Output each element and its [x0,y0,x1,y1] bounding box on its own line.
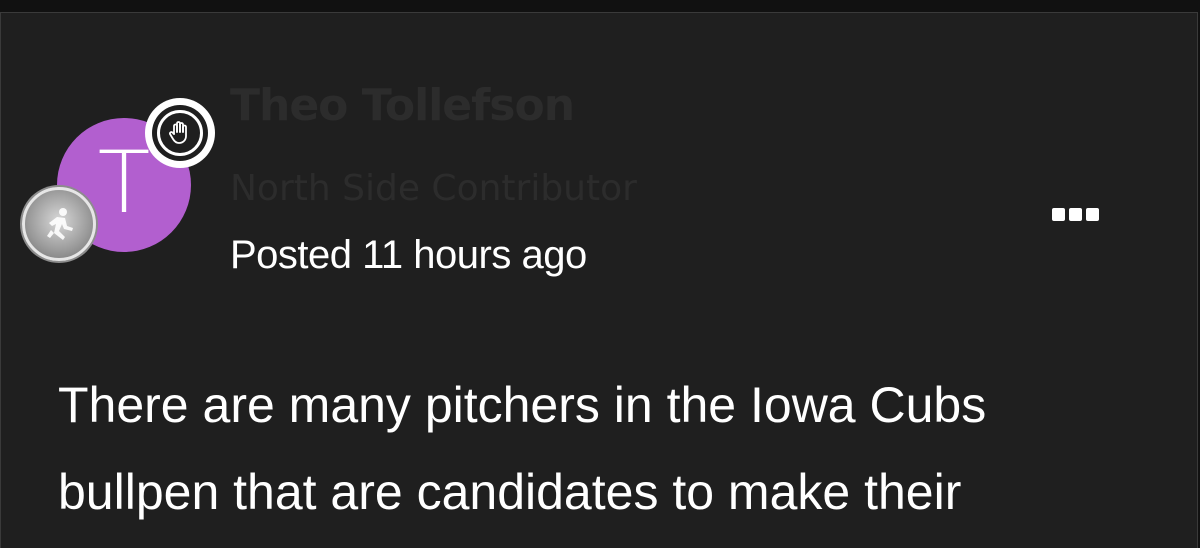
author-title: North Side Contributor [230,168,637,209]
top-bar [0,0,1200,12]
post-body-line: bullpen that are candidates to make thei… [58,464,962,520]
author-name[interactable]: Theo Tollefson [230,80,575,131]
runner-medal-icon [47,208,73,240]
moderator-badge [145,98,215,168]
ellipsis-icon [1051,207,1065,221]
hand-icon [169,121,187,144]
avatar-letter: T [97,133,151,233]
post-body-line: There are many pitchers in the Iowa Cubs [58,377,987,433]
more-options-button[interactable] [1042,198,1108,230]
rank-badge[interactable] [22,187,96,261]
post-timestamp[interactable]: Posted 11 hours ago [230,233,587,278]
post-body: There are many pitchers in the Iowa Cubs… [58,362,1158,536]
